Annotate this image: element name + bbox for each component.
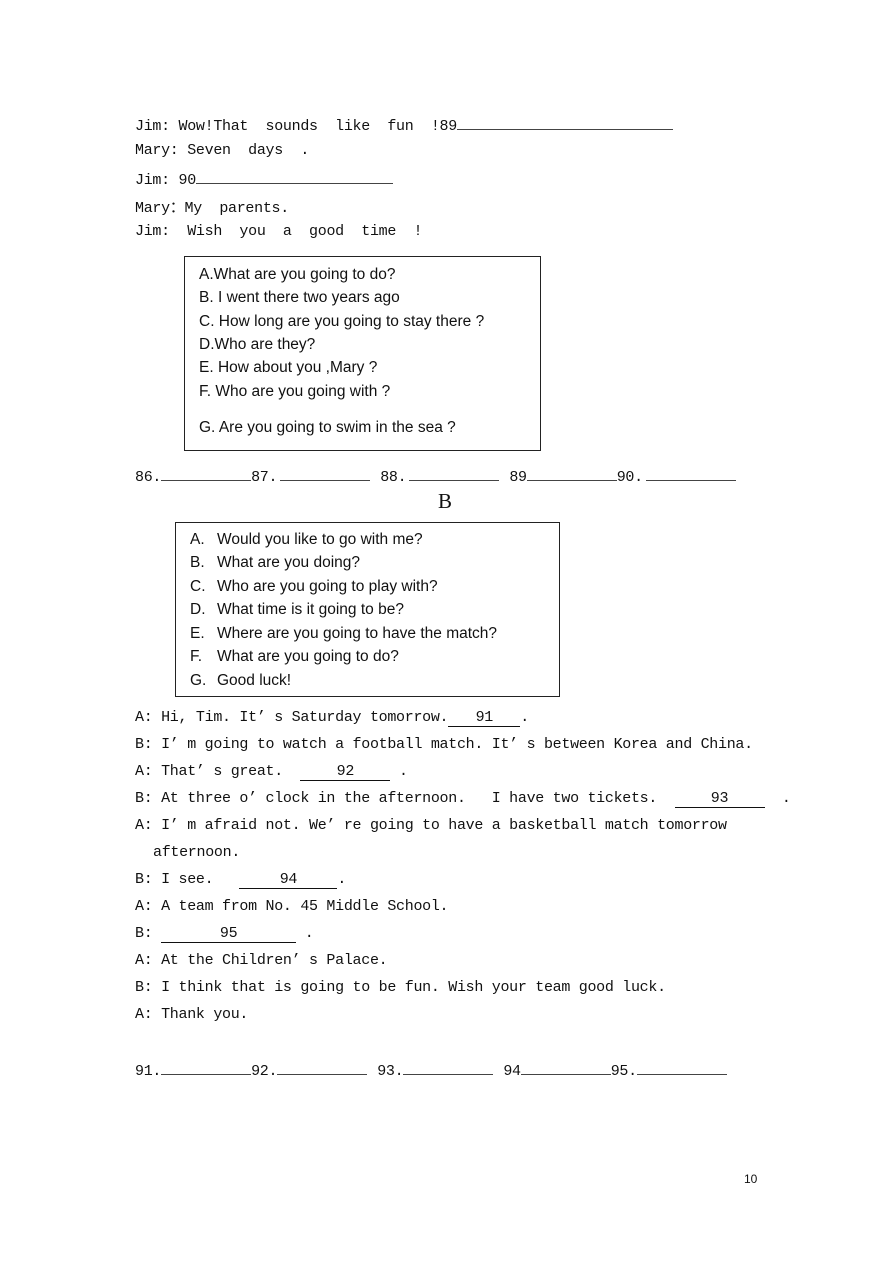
option-a: A. Would you like to go with me? bbox=[190, 531, 423, 548]
speaker: Jim: bbox=[135, 223, 170, 240]
line-text: Wish you a good time ! bbox=[169, 223, 423, 240]
answer-label-86: 86. bbox=[135, 469, 162, 486]
dialogue-line-10: B: I think that is going to be fun. Wish… bbox=[135, 979, 666, 996]
dialogue-line-mary-1: Mary: Seven days . bbox=[135, 142, 309, 159]
answer-blank-91[interactable]: 91 bbox=[448, 709, 521, 727]
dialogue-line-jim-3: Jim: Wish you a good time ! bbox=[135, 223, 422, 240]
answer-label-92: 92. bbox=[251, 1063, 278, 1080]
option-d: D.Who are they? bbox=[199, 336, 316, 353]
option-a: A.What are you going to do? bbox=[199, 266, 396, 283]
answer-blank-90[interactable] bbox=[195, 169, 393, 184]
answer-blank-94[interactable]: 94 bbox=[239, 871, 338, 889]
speaker: Mary： bbox=[135, 200, 185, 217]
option-f: F. Who are you going with ? bbox=[199, 383, 391, 400]
answer-blank-86[interactable] bbox=[161, 466, 252, 481]
dialogue-line-7: A: A team from No. 45 Middle School. bbox=[135, 898, 449, 915]
option-e: E. Where are you going to have the match? bbox=[190, 625, 498, 642]
line-text: My parents. bbox=[184, 200, 290, 217]
page-number: 10 bbox=[744, 1172, 758, 1186]
answer-label-87: 87. bbox=[251, 469, 278, 486]
option-b: B. I went there two years ago bbox=[199, 289, 400, 306]
dialogue-line-91: A: Hi, Tim. It’ s Saturday tomorrow. 91. bbox=[135, 709, 529, 727]
dialogue-line-5: A: I’ m afraid not. We’ re going to have… bbox=[135, 817, 727, 834]
dialogue-line-2: B: I’ m going to watch a football match.… bbox=[135, 736, 753, 753]
answer-label-91: 91. bbox=[135, 1063, 162, 1080]
dialogue-line-95: B: 95 . bbox=[135, 925, 314, 943]
answer-row-86-90: 86. 87. 88. 89 90. bbox=[135, 466, 736, 486]
dialogue-line-mary-2: Mary：My parents. bbox=[135, 196, 289, 217]
answer-blank-95[interactable]: 95 bbox=[161, 925, 297, 943]
answer-label-93: 93. bbox=[377, 1063, 404, 1080]
speaker: Jim: bbox=[135, 172, 170, 189]
line-text: Wow!That sounds like fun !89 bbox=[169, 118, 458, 135]
answer-blank-95b[interactable] bbox=[636, 1060, 727, 1075]
dialogue-line-5-cont: afternoon. bbox=[153, 844, 241, 861]
dialogue-line-94: B: I see. 94. bbox=[135, 871, 347, 889]
dialogue-line-jim-89: Jim: Wow!That sounds like fun !89 bbox=[135, 115, 673, 135]
option-e: E. How about you ,Mary ? bbox=[199, 359, 378, 376]
speaker: Mary: bbox=[135, 142, 179, 159]
option-b: B. What are you doing? bbox=[190, 554, 361, 571]
option-g: G. Good luck! bbox=[190, 672, 292, 689]
answer-label-94: 94 bbox=[503, 1063, 521, 1080]
answer-blank-88[interactable] bbox=[409, 466, 500, 481]
answer-label-90: 90. bbox=[616, 469, 643, 486]
answer-blank-89b[interactable] bbox=[526, 466, 617, 481]
option-c: C. Who are you going to play with? bbox=[190, 578, 438, 595]
option-d: D. What time is it going to be? bbox=[190, 601, 404, 618]
options-box-a: A.What are you going to do? B. I went th… bbox=[184, 256, 541, 451]
answer-row-91-95: 91. 92. 93. 94 95. bbox=[135, 1060, 727, 1080]
answer-blank-93[interactable]: 93 bbox=[674, 790, 765, 808]
answer-label-88: 88. bbox=[380, 469, 407, 486]
answer-label-89: 89 bbox=[509, 469, 527, 486]
options-box-b: A. Would you like to go with me? B. What a… bbox=[175, 522, 560, 697]
line-text: 90 bbox=[169, 172, 197, 189]
answer-blank-90b[interactable] bbox=[645, 466, 736, 481]
answer-label-95: 95. bbox=[610, 1063, 637, 1080]
answer-blank-87[interactable] bbox=[280, 466, 371, 481]
option-c: C. How long are you going to stay there … bbox=[199, 313, 485, 330]
dialogue-line-11: A: Thank you. bbox=[135, 1006, 249, 1023]
option-f: F. What are you going to do? bbox=[190, 648, 399, 665]
answer-blank-89[interactable] bbox=[456, 115, 673, 130]
line-text: Seven days . bbox=[178, 142, 310, 159]
dialogue-line-93: B: At three o’ clock in the afternoon. I… bbox=[135, 790, 791, 808]
answer-blank-92[interactable]: 92 bbox=[300, 763, 391, 781]
answer-blank-91b[interactable] bbox=[161, 1060, 252, 1075]
answer-blank-92b[interactable] bbox=[277, 1060, 368, 1075]
answer-blank-93b[interactable] bbox=[403, 1060, 494, 1075]
option-g: G. Are you going to swim in the sea ? bbox=[199, 419, 456, 436]
section-heading-b: B bbox=[438, 489, 453, 513]
dialogue-line-9: A: At the Children’ s Palace. bbox=[135, 952, 388, 969]
speaker: Jim: bbox=[135, 118, 170, 135]
answer-blank-94b[interactable] bbox=[520, 1060, 611, 1075]
dialogue-line-jim-90: Jim: 90 bbox=[135, 169, 393, 189]
dialogue-line-92: A: That’ s great. 92 . bbox=[135, 763, 408, 781]
